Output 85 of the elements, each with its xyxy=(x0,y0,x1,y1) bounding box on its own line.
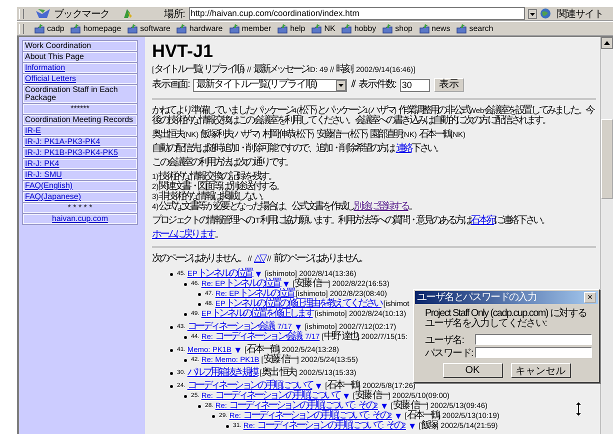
folder-icon[interactable] xyxy=(70,24,82,34)
folder-icon[interactable] xyxy=(456,24,468,34)
folder-icon[interactable] xyxy=(341,24,352,34)
bullet-icon xyxy=(184,282,187,286)
bookmark-link[interactable]: hobby xyxy=(354,24,376,33)
bookmarks-button[interactable]: ブックマーク xyxy=(54,7,110,20)
dialog-title: ユーザ名とパスワードの入力 xyxy=(417,292,537,304)
sidebar-heading: Work Coordination xyxy=(25,41,92,50)
bookmark-link[interactable]: search xyxy=(469,24,494,33)
address-field[interactable]: http://haivan.cup.com/coordination/index.htm xyxy=(188,7,525,20)
sidebar-heading: Coordination Staff in Each Package xyxy=(25,85,118,102)
scroll-thumb[interactable] xyxy=(601,119,613,199)
bullet-icon xyxy=(184,336,187,338)
bullet-icon xyxy=(170,272,173,276)
folder-icon[interactable] xyxy=(382,24,394,34)
bookmark-link[interactable]: shop xyxy=(395,24,413,33)
sidebar-link[interactable]: IR-E xyxy=(25,126,41,135)
separator-text: // xyxy=(351,80,355,90)
folder-icon[interactable] xyxy=(176,24,188,34)
bullet-icon xyxy=(184,394,187,398)
bookmark-icon[interactable] xyxy=(35,8,51,19)
scrollbar[interactable] xyxy=(600,37,613,434)
message-link[interactable]: コーディネーションの手順について xyxy=(187,381,312,391)
folder-icon[interactable] xyxy=(127,24,138,34)
bookmark-link[interactable]: software xyxy=(140,24,170,33)
count-field[interactable]: 30 xyxy=(400,78,430,92)
separator-stars: ****** xyxy=(70,104,90,113)
folder-icon[interactable] xyxy=(34,24,45,34)
folder-icon[interactable] xyxy=(277,24,288,34)
bookmark-link[interactable]: news xyxy=(432,24,450,33)
bookmark-link[interactable]: homepage xyxy=(83,24,122,33)
input-field[interactable] xyxy=(475,334,592,345)
view-select[interactable]: 最新タイトル一覧(リプライ順) xyxy=(193,78,348,92)
view-label: 表示画面: xyxy=(152,80,190,90)
bullet-icon xyxy=(198,302,201,306)
field-label: ユーザ名: xyxy=(425,334,465,346)
count-label: 表示件数: xyxy=(358,80,396,90)
dialog-button[interactable]: キャンセル xyxy=(510,363,570,378)
resize-cursor-icon xyxy=(575,402,582,416)
bullet-icon xyxy=(198,292,201,296)
reply-marker[interactable]: ▼ xyxy=(342,391,351,401)
reply-marker[interactable]: ▼ xyxy=(314,381,324,391)
reply-marker[interactable]: ▼ xyxy=(282,279,291,289)
page-title: HVT-J1 xyxy=(152,42,214,60)
bullet-icon xyxy=(226,424,229,428)
field-label: パスワード: xyxy=(425,346,474,360)
bullet-icon xyxy=(170,326,173,328)
reply-marker[interactable]: ▼ xyxy=(408,421,417,431)
show-button[interactable]: 表示 xyxy=(434,78,464,92)
bullet-icon xyxy=(184,358,187,362)
bookmark-link[interactable]: member xyxy=(242,24,272,33)
related-sites-button[interactable]: 関連サイト xyxy=(556,7,603,20)
bookmark-link[interactable]: cadp xyxy=(47,24,64,33)
folder-icon[interactable] xyxy=(311,24,322,34)
reply-marker[interactable]: ▼ xyxy=(394,411,403,421)
reply-marker[interactable]: ▼ xyxy=(254,269,263,279)
reply-marker[interactable]: ▼ xyxy=(294,322,303,332)
input-field[interactable] xyxy=(475,347,592,358)
dialog-message: Project Staff Only (cadp.cup.com) に対するユーザ名を入力してください: xyxy=(424,306,588,331)
link[interactable]: 別途に登録する xyxy=(354,201,408,212)
folder-icon[interactable] xyxy=(418,24,430,34)
link[interactable]: 石本宛 xyxy=(470,215,494,226)
bookmark-link[interactable]: help xyxy=(290,24,306,33)
dialog-button[interactable]: OK xyxy=(442,363,502,378)
folder-icon[interactable] xyxy=(228,24,240,34)
bullet-icon xyxy=(170,348,173,352)
reply-marker[interactable]: ▼ xyxy=(234,345,242,355)
bookmark-link[interactable]: hardware xyxy=(189,24,223,33)
separator-stars: * * * * * xyxy=(68,203,92,212)
sidebar-heading: About This Page xyxy=(25,52,84,61)
bullet-icon xyxy=(198,404,201,408)
sidebar-heading: Coordination Meeting Records xyxy=(25,115,134,124)
link[interactable]: △▽ xyxy=(254,253,265,264)
scroll-up-icon[interactable] xyxy=(601,37,613,49)
bullet-icon xyxy=(212,414,215,418)
link[interactable]: 連絡 xyxy=(396,143,412,154)
bullet-icon xyxy=(184,312,187,316)
bullet-icon xyxy=(170,372,173,374)
reply-marker[interactable]: ▼ xyxy=(380,401,389,411)
location-label: 場所: xyxy=(164,8,185,20)
close-button[interactable]: × xyxy=(584,292,596,303)
paragraph: この会議室の利用方法は次の通りです。 xyxy=(152,158,294,168)
bookmark-link[interactable]: NK xyxy=(324,24,336,33)
bullet-icon xyxy=(170,384,173,388)
paragraph: 自動の配信先は随時追加・削除可能ですので、追加・削除希望の方は 連絡下さい。 xyxy=(152,144,444,154)
